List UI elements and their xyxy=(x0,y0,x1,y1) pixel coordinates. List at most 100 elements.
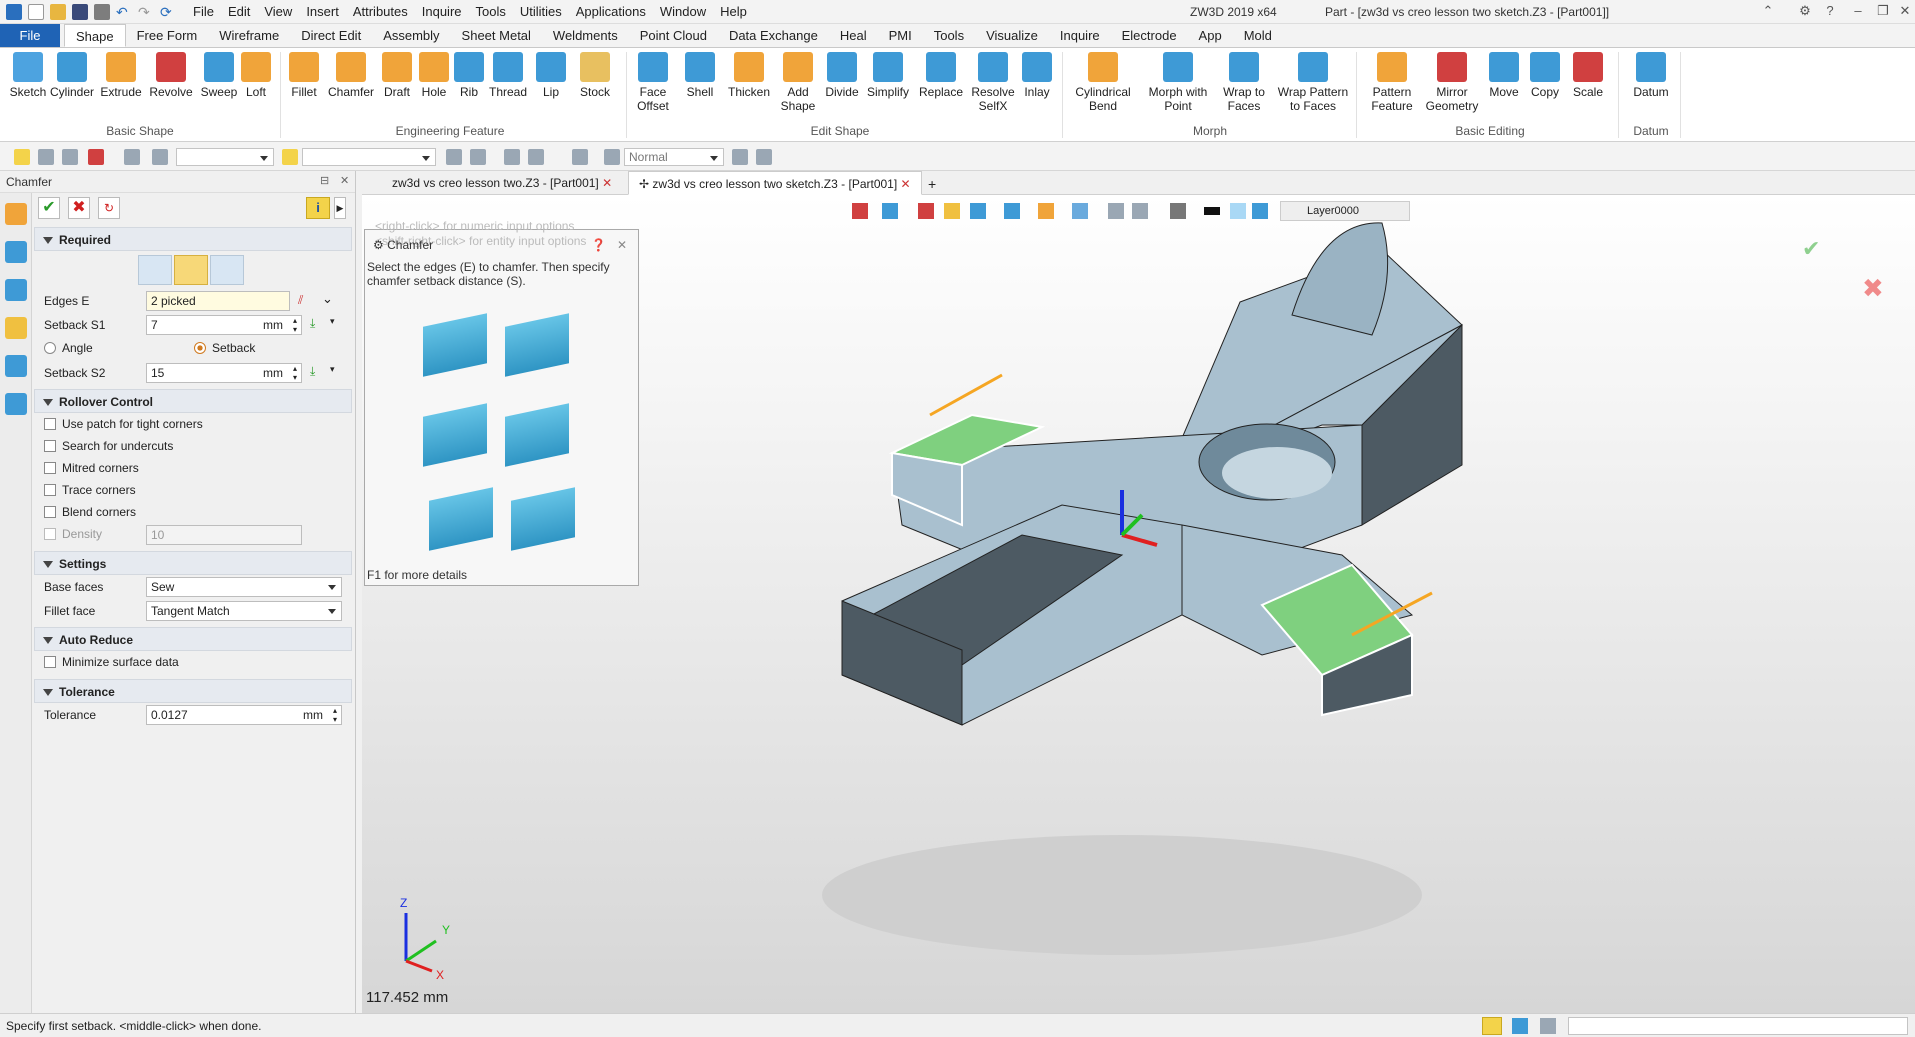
undo-icon[interactable]: ↶ xyxy=(116,4,132,20)
section-required[interactable]: Required xyxy=(34,227,352,251)
mirror-geometry-button[interactable]: Mirror Geometry xyxy=(1422,52,1482,113)
menu-file[interactable]: File xyxy=(186,4,221,19)
measure-icon[interactable]: ⤓ xyxy=(310,316,315,331)
menu-applications[interactable]: Applications xyxy=(569,4,653,19)
minus-icon[interactable] xyxy=(62,149,78,165)
tab-pmi[interactable]: PMI xyxy=(878,24,923,47)
menu-attributes[interactable]: Attributes xyxy=(346,4,415,19)
menu-view[interactable]: View xyxy=(257,4,299,19)
new-tab-icon[interactable]: + xyxy=(918,171,946,195)
extrude-button[interactable]: Extrude xyxy=(98,52,144,99)
menu-edit[interactable]: Edit xyxy=(221,4,257,19)
pin-icon[interactable]: ⊟ xyxy=(320,174,329,187)
tolerance-input[interactable]: 0.0127 mm ▴ ▾ xyxy=(146,705,342,725)
save-icon[interactable] xyxy=(72,3,88,20)
tab-mold[interactable]: Mold xyxy=(1233,24,1283,47)
sort-icon[interactable] xyxy=(528,149,544,165)
density-input[interactable]: 10 xyxy=(146,525,302,545)
filter-icon[interactable] xyxy=(152,149,168,165)
wrap-pattern-button[interactable]: Wrap Pattern to Faces xyxy=(1276,52,1350,113)
help-circle-icon[interactable]: ❓ xyxy=(591,238,606,252)
close-tab-icon[interactable]: ✕ xyxy=(602,176,612,190)
dropdown-icon[interactable]: ▾ xyxy=(330,364,335,375)
section-settings[interactable]: Settings xyxy=(34,551,352,575)
tab-assembly[interactable]: Assembly xyxy=(372,24,450,47)
lip-button[interactable]: Lip xyxy=(534,52,568,99)
menu-inquire[interactable]: Inquire xyxy=(415,4,469,19)
face-offset-button[interactable]: Face Offset xyxy=(630,52,676,113)
ok-check-icon[interactable]: ✔ xyxy=(38,197,60,219)
setback-s2-input[interactable]: 15 mm ▴ ▾ xyxy=(146,363,302,383)
dropdown-icon[interactable]: ▾ xyxy=(330,316,335,327)
spinner-icon[interactable]: ▴ ▾ xyxy=(293,316,297,334)
morph-with-point-button[interactable]: Morph with Point xyxy=(1144,52,1212,113)
symmetric-chamfer-icon[interactable] xyxy=(138,255,172,285)
tab-file[interactable]: File xyxy=(0,24,60,47)
select-all-icon[interactable] xyxy=(504,149,520,165)
render-icon[interactable] xyxy=(5,355,27,377)
chamfer-button[interactable]: Chamfer xyxy=(326,52,376,99)
tab-tools[interactable]: Tools xyxy=(923,24,975,47)
setback-s1-input[interactable]: 7 mm ▴ ▾ xyxy=(146,315,302,335)
fillet-face-select[interactable]: Tangent Match xyxy=(146,601,342,621)
setback-radio[interactable] xyxy=(194,342,206,354)
section-rollover[interactable]: Rollover Control xyxy=(34,389,352,413)
draft-button[interactable]: Draft xyxy=(378,52,416,99)
inlay-button[interactable]: Inlay xyxy=(1018,52,1056,99)
vertex-chamfer-icon[interactable] xyxy=(210,255,244,285)
menu-tools[interactable]: Tools xyxy=(469,4,513,19)
cylindrical-bend-button[interactable]: Cylindrical Bend xyxy=(1066,52,1140,113)
datum-button[interactable]: Datum xyxy=(1628,52,1674,99)
expand-chevron-icon[interactable]: ⌄ xyxy=(322,291,333,307)
pan-icon[interactable] xyxy=(38,149,54,165)
filter-combo[interactable] xyxy=(176,148,274,166)
open-folder-icon[interactable] xyxy=(50,3,66,20)
checkbox[interactable] xyxy=(44,656,56,668)
sketch-button[interactable]: Sketch xyxy=(6,52,50,99)
restore-icon[interactable]: ❐ xyxy=(1875,3,1891,19)
shortcut-icon[interactable] xyxy=(572,149,588,165)
close-popup-icon[interactable]: ✕ xyxy=(617,238,627,252)
feature-icon[interactable] xyxy=(5,203,27,225)
spinner-icon[interactable]: ▴ ▾ xyxy=(293,364,297,382)
history-tree-icon[interactable] xyxy=(5,241,27,263)
regen-icon[interactable]: ⟳ xyxy=(160,4,176,20)
up-icon[interactable]: ⌃ xyxy=(1760,3,1776,19)
hexagon-icon[interactable] xyxy=(124,149,140,165)
loft-button[interactable]: Loft xyxy=(240,52,272,99)
gear-icon[interactable] xyxy=(604,149,620,165)
tab-app[interactable]: App xyxy=(1188,24,1233,47)
checkbox[interactable] xyxy=(44,462,56,474)
align-icon[interactable] xyxy=(446,149,462,165)
snap-icon[interactable] xyxy=(756,149,772,165)
tab-visualize[interactable]: Visualize xyxy=(975,24,1049,47)
thicken-button[interactable]: Thicken xyxy=(724,52,774,99)
list-icon[interactable] xyxy=(1540,1018,1556,1034)
mode-combo[interactable]: Normal xyxy=(624,148,724,166)
edge-pick-icon[interactable]: ⫽ xyxy=(298,293,303,308)
tab-wireframe[interactable]: Wireframe xyxy=(208,24,290,47)
move-button[interactable]: Move xyxy=(1484,52,1524,99)
menu-insert[interactable]: Insert xyxy=(299,4,346,19)
entity-combo[interactable] xyxy=(302,148,436,166)
cancel-x-icon[interactable]: ✖ xyxy=(68,197,90,219)
tab-point-cloud[interactable]: Point Cloud xyxy=(629,24,718,47)
sweep-button[interactable]: Sweep xyxy=(198,52,240,99)
edges-field[interactable]: 2 picked xyxy=(146,291,290,311)
checkbox[interactable] xyxy=(44,506,56,518)
tab-electrode[interactable]: Electrode xyxy=(1111,24,1188,47)
wrap-to-faces-button[interactable]: Wrap to Faces xyxy=(1214,52,1274,113)
close-icon[interactable]: ✕ xyxy=(1897,3,1913,19)
part-icon[interactable] xyxy=(5,317,27,339)
expand-icon[interactable]: ▶ xyxy=(334,197,346,219)
tab-data-exchange[interactable]: Data Exchange xyxy=(718,24,829,47)
redo-icon[interactable]: ↷ xyxy=(138,4,154,20)
revolve-button[interactable]: Revolve xyxy=(146,52,196,99)
command-input[interactable] xyxy=(1568,1017,1908,1035)
checkbox[interactable] xyxy=(44,418,56,430)
simplify-button[interactable]: Simplify xyxy=(864,52,912,99)
tab-shape[interactable]: Shape xyxy=(64,24,126,47)
entity-filter-icon[interactable] xyxy=(282,149,298,165)
copy-button[interactable]: Copy xyxy=(1526,52,1564,99)
section-tolerance[interactable]: Tolerance xyxy=(34,679,352,703)
